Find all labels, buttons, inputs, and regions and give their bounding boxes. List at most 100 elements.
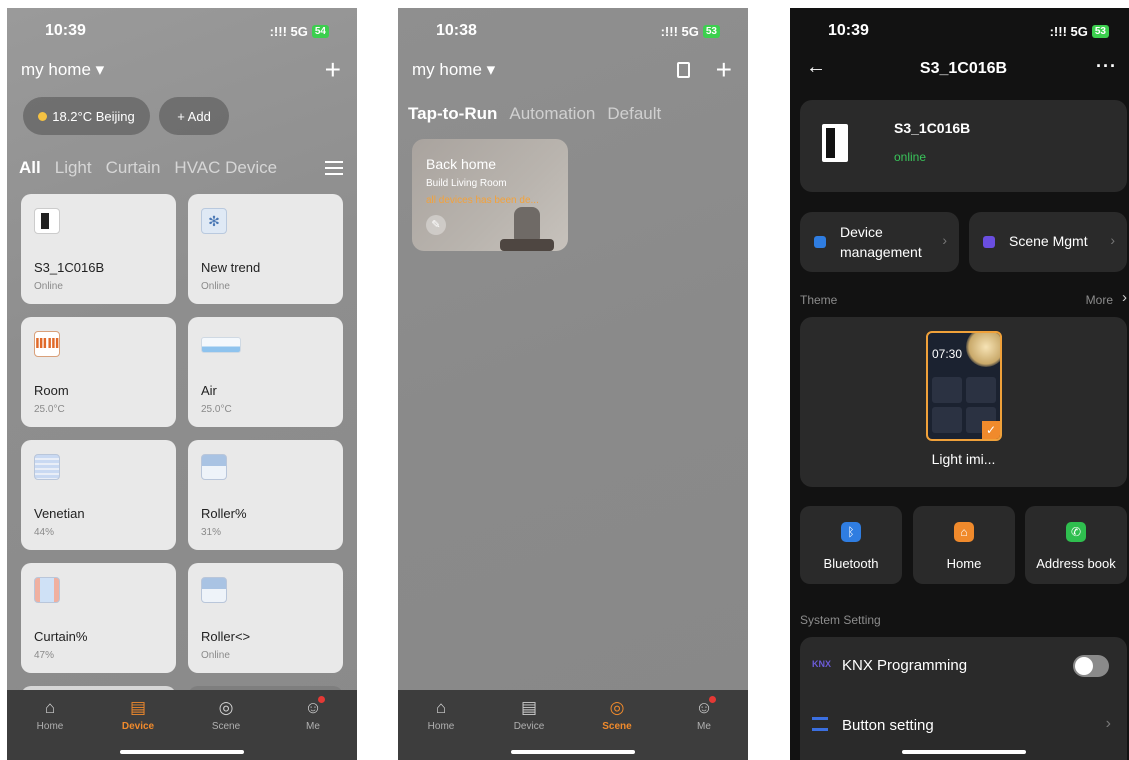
device-card[interactable]: Air 25.0°C [188, 317, 343, 427]
signal-text: :!!! 5G [269, 24, 308, 39]
nav-label: Device [513, 721, 545, 732]
signal-indicator: :!!! 5G 53 [661, 24, 720, 39]
device-management-icon [814, 236, 826, 248]
device-status: 25.0°C [34, 404, 65, 415]
edit-icon[interactable]: ✎ [426, 215, 446, 235]
tab-tap-to-run[interactable]: Tap-to-Run [408, 104, 497, 124]
home-selector[interactable]: my home ▾ [412, 60, 495, 80]
device-status: 44% [34, 527, 55, 538]
add-icon[interactable]: + [325, 54, 341, 86]
nav-scene[interactable]: ◎ Scene [196, 698, 256, 732]
button-setting-row[interactable]: Button setting › [800, 697, 1127, 757]
home-button[interactable]: ⌂ Home [913, 506, 1015, 584]
nav-label: Device [121, 721, 155, 732]
scene-icon: ◎ [218, 698, 234, 717]
knx-toggle[interactable] [1073, 655, 1109, 677]
nav-me[interactable]: ☺ Me [283, 696, 343, 732]
add-button[interactable]: + Add [159, 97, 229, 135]
device-status: online [894, 150, 927, 164]
menu-icon[interactable] [325, 161, 343, 175]
nav-home[interactable]: ⌂ Home [20, 698, 80, 732]
bluetooth-icon: ᛒ [841, 522, 861, 542]
venetian-blind-icon [34, 454, 60, 480]
category-tabs: All Light Curtain HVAC Device [19, 158, 277, 178]
roller-blind-icon [201, 577, 227, 603]
status-bar: 10:39 :!!! 5G 54 [7, 20, 357, 44]
tab-hvac-device[interactable]: HVAC Device [174, 158, 277, 178]
nav-scene[interactable]: ◎ Scene [587, 698, 647, 732]
address-book-button[interactable]: ✆ Address book [1025, 506, 1127, 584]
theme-more-link[interactable]: More [1086, 293, 1113, 307]
more-options-icon[interactable]: ··· [1096, 56, 1117, 77]
device-card[interactable]: S3_1C016B Online [21, 194, 176, 304]
chevron-right-icon: › [942, 232, 947, 248]
theme-tile [932, 377, 962, 403]
theme-tile [932, 407, 962, 433]
nav-device[interactable]: ▤ Device [108, 698, 168, 732]
theme-card[interactable]: 07:30 ✓ Light imi... [800, 317, 1127, 487]
curtain-icon [34, 577, 60, 603]
home-indicator [511, 750, 635, 754]
weather-chip[interactable]: 18.2°C Beijing [23, 97, 150, 135]
signal-text: :!!! 5G [660, 24, 699, 39]
tab-automation[interactable]: Automation [509, 104, 595, 124]
device-status: 47% [34, 650, 55, 661]
device-management-label: Device management [840, 224, 922, 260]
device-card[interactable]: Curtain% 47% [21, 563, 176, 673]
knx-label: KNX Programming [842, 657, 968, 674]
device-card[interactable]: ✻ New trend Online [188, 194, 343, 304]
home-selector[interactable]: my home ▾ [21, 60, 104, 80]
fan-icon: ✻ [201, 208, 227, 234]
chevron-right-icon: › [1105, 715, 1111, 732]
bluetooth-button[interactable]: ᛒ Bluetooth [800, 506, 902, 584]
switch-panel-icon [822, 124, 848, 162]
tab-curtain[interactable]: Curtain [106, 158, 161, 178]
scene-mgmt-button[interactable]: Scene Mgmt › [969, 212, 1127, 272]
scene-icon: ◎ [609, 698, 625, 717]
status-bar: 10:39 :!!! 5G 53 [790, 20, 1129, 44]
device-screen: 10:39 :!!! 5G 54 my home ▾ + 18.2°C Beij… [7, 8, 357, 760]
bluetooth-label: Bluetooth [823, 556, 879, 571]
device-status: Online [34, 281, 63, 292]
nav-label: Scene [602, 721, 632, 732]
home-icon: ⌂ [954, 522, 974, 542]
device-card[interactable]: ⅢⅢ Room 25.0°C [21, 317, 176, 427]
theme-name: Light imi... [931, 451, 996, 467]
tab-default[interactable]: Default [607, 104, 661, 124]
nav-me[interactable]: ☺ Me [674, 696, 734, 732]
device-management-button[interactable]: Device management › [800, 212, 959, 272]
button-setting-label: Button setting [842, 717, 934, 734]
roller-blind-icon [201, 454, 227, 480]
chevron-right-icon: › [1122, 289, 1127, 306]
battery-badge: 53 [702, 25, 720, 38]
nav-home[interactable]: ⌂ Home [411, 698, 471, 732]
document-icon[interactable] [677, 62, 690, 78]
nav-label: Me [697, 721, 711, 732]
device-name: New trend [201, 260, 261, 275]
home-indicator [120, 750, 244, 754]
bottom-nav: ⌂ Home ▤ Device ◎ Scene ☺ Me [7, 690, 357, 760]
home-icon: ⌂ [435, 698, 447, 717]
scene-subtitle: Build Living Room [426, 178, 507, 189]
nav-label: Home [427, 721, 455, 732]
scene-card[interactable]: Back home Build Living Room all devices … [412, 139, 568, 251]
device-card[interactable]: Venetian 44% [21, 440, 176, 550]
status-time: 10:38 [436, 22, 477, 39]
add-icon[interactable]: + [716, 54, 732, 86]
tab-light[interactable]: Light [55, 158, 92, 178]
device-card[interactable]: Roller% 31% [188, 440, 343, 550]
notification-dot [709, 696, 716, 703]
bottom-nav: ⌂ Home ▤ Device ◎ Scene ☺ Me [398, 690, 748, 760]
tab-all[interactable]: All [19, 158, 41, 178]
device-card[interactable]: Roller<> Online [188, 563, 343, 673]
moon-illustration [966, 333, 1000, 367]
device-status: Online [201, 281, 230, 292]
home-icon: ⌂ [44, 698, 56, 717]
system-settings-list: KNX KNX Programming Button setting › [800, 637, 1127, 760]
weather-text: 18.2°C Beijing [52, 108, 135, 124]
device-name: Room [34, 383, 69, 398]
nav-device[interactable]: ▤ Device [499, 698, 559, 732]
me-icon: ☺ [304, 698, 322, 717]
battery-badge: 54 [311, 25, 329, 38]
device-info-card[interactable]: S3_1C016B online [800, 100, 1127, 192]
